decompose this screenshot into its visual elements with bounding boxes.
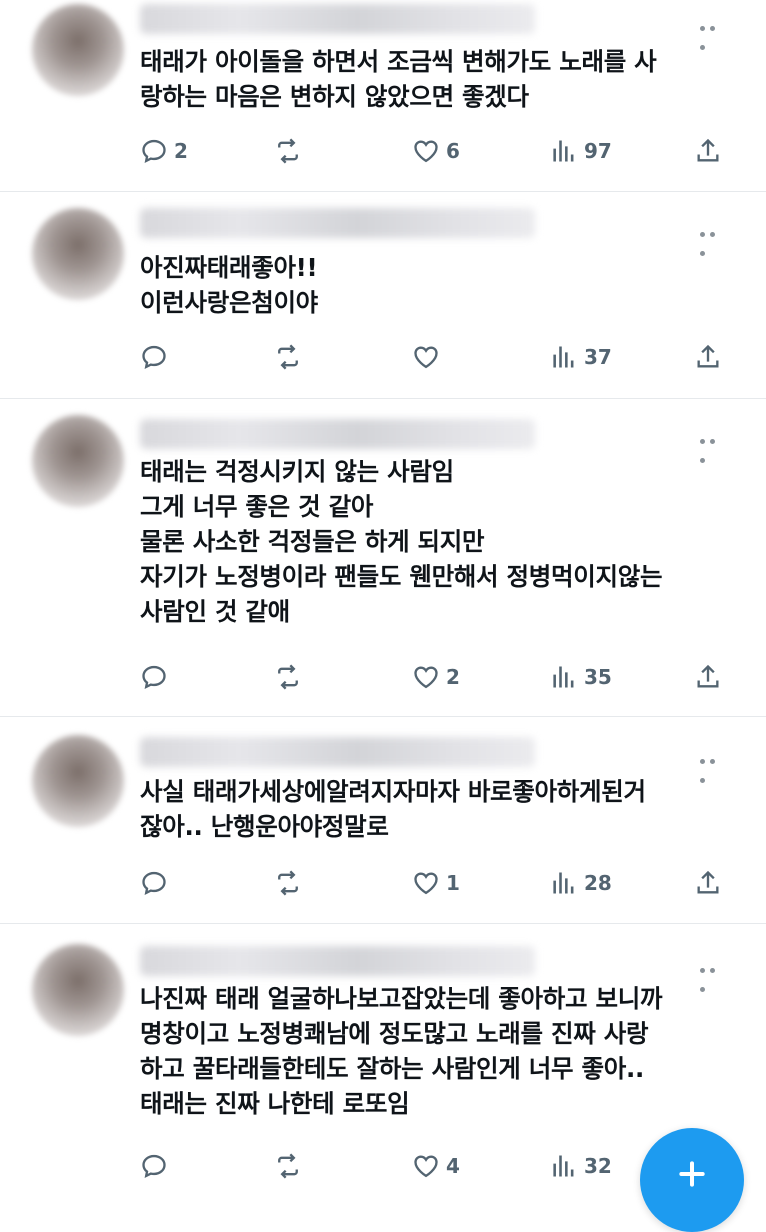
tweet-text: 태래는 걱정시키지 않는 사람임 그게 너무 좋은 것 같아 물론 사소한 걱정… — [140, 457, 663, 626]
retweet-icon — [278, 344, 298, 370]
views-icon — [553, 1155, 574, 1177]
tweet[interactable]: 태래는 걱정시키지 않는 사람임 그게 너무 좋은 것 같아 물론 사소한 걱정… — [0, 399, 766, 717]
views-icon — [553, 346, 574, 368]
like-button[interactable] — [412, 342, 446, 372]
retweet-icon — [278, 664, 298, 690]
views-button[interactable]: 32 — [550, 1151, 612, 1181]
heart-icon — [414, 346, 438, 369]
heart-icon — [414, 1155, 438, 1178]
share-button[interactable] — [694, 342, 722, 372]
more-icon[interactable] — [700, 16, 728, 50]
author-header-blurred — [140, 737, 535, 767]
tweet-actions: 1 28 — [140, 868, 740, 898]
views-button[interactable]: 37 — [550, 342, 612, 372]
retweet-icon — [278, 138, 298, 164]
reply-button[interactable] — [140, 662, 174, 692]
like-button[interactable]: 6 — [412, 136, 460, 166]
avatar[interactable] — [32, 415, 124, 507]
like-button[interactable]: 1 — [412, 868, 460, 898]
like-count: 4 — [446, 1154, 460, 1178]
like-count: 2 — [446, 665, 460, 689]
views-count: 32 — [584, 1154, 612, 1178]
like-count: 6 — [446, 139, 460, 163]
tweet-text: 아진짜태래좋아!! 이런사랑은첨이야 — [140, 253, 318, 317]
avatar[interactable] — [32, 735, 124, 827]
tweet-text: 사실 태래가세상에알려지자마자 바로좋아하게된거 잖아.. 난행운아야정말로 — [140, 777, 646, 841]
tweet[interactable]: 태래가 아이돌을 하면서 조금씩 변해가도 노래를 사 랑하는 마음은 변하지 … — [0, 0, 766, 192]
views-icon — [553, 872, 574, 894]
views-button[interactable]: 97 — [550, 136, 612, 166]
more-icon[interactable] — [700, 749, 728, 783]
heart-icon — [414, 666, 438, 689]
reply-count: 2 — [174, 139, 188, 163]
retweet-button[interactable] — [274, 1151, 308, 1181]
views-button[interactable]: 35 — [550, 662, 612, 692]
tweet-text: 태래가 아이돌을 하면서 조금씩 변해가도 노래를 사 랑하는 마음은 변하지 … — [140, 47, 657, 111]
tweet[interactable]: 아진짜태래좋아!! 이런사랑은첨이야 37 — [0, 192, 766, 399]
share-icon — [697, 664, 719, 688]
tweet-actions: 37 — [140, 342, 740, 372]
reply-button[interactable] — [140, 342, 174, 372]
author-header-blurred — [140, 946, 535, 976]
retweet-button[interactable] — [274, 868, 308, 898]
avatar[interactable] — [32, 944, 124, 1036]
compose-button[interactable] — [640, 1128, 744, 1232]
views-count: 35 — [584, 665, 612, 689]
retweet-button[interactable] — [274, 662, 308, 692]
views-count: 28 — [584, 871, 612, 895]
reply-button[interactable] — [140, 1151, 174, 1181]
author-header-blurred — [140, 208, 535, 238]
retweet-icon — [278, 1153, 298, 1179]
compose-plus-icon — [679, 1161, 705, 1187]
reply-icon — [142, 1154, 166, 1179]
reply-icon — [142, 665, 166, 690]
views-button[interactable]: 28 — [550, 868, 612, 898]
reply-icon — [142, 345, 166, 370]
author-header-blurred — [140, 4, 535, 34]
share-button[interactable] — [694, 662, 722, 692]
reply-icon — [142, 139, 166, 164]
share-button[interactable] — [694, 136, 722, 166]
more-icon[interactable] — [700, 429, 728, 463]
like-count: 1 — [446, 871, 460, 895]
avatar[interactable] — [32, 4, 124, 96]
like-button[interactable]: 4 — [412, 1151, 460, 1181]
share-button[interactable] — [694, 868, 722, 898]
more-icon[interactable] — [700, 222, 728, 256]
retweet-button[interactable] — [274, 342, 308, 372]
more-icon[interactable] — [700, 958, 728, 992]
heart-icon — [414, 872, 438, 895]
reply-icon — [142, 871, 166, 896]
share-icon — [697, 870, 719, 894]
heart-icon — [414, 140, 438, 163]
tweet[interactable]: 사실 태래가세상에알려지자마자 바로좋아하게된거 잖아.. 난행운아야정말로 1… — [0, 717, 766, 924]
share-icon — [697, 344, 719, 368]
views-icon — [553, 140, 574, 162]
views-icon — [553, 666, 574, 688]
views-count: 97 — [584, 139, 612, 163]
retweet-icon — [278, 870, 298, 896]
views-count: 37 — [584, 345, 612, 369]
author-header-blurred — [140, 419, 535, 449]
reply-button[interactable] — [140, 868, 174, 898]
tweet-actions: 2 35 — [140, 662, 740, 692]
like-button[interactable]: 2 — [412, 662, 460, 692]
avatar[interactable] — [32, 208, 124, 300]
tweet-text: 나진짜 태래 얼굴하나보고잡았는데 좋아하고 보니까 명창이고 노정병쾌남에 정… — [140, 984, 663, 1118]
share-icon — [697, 138, 719, 162]
reply-button[interactable]: 2 — [140, 136, 188, 166]
tweet-actions: 2 6 97 — [140, 136, 740, 166]
retweet-button[interactable] — [274, 136, 308, 166]
